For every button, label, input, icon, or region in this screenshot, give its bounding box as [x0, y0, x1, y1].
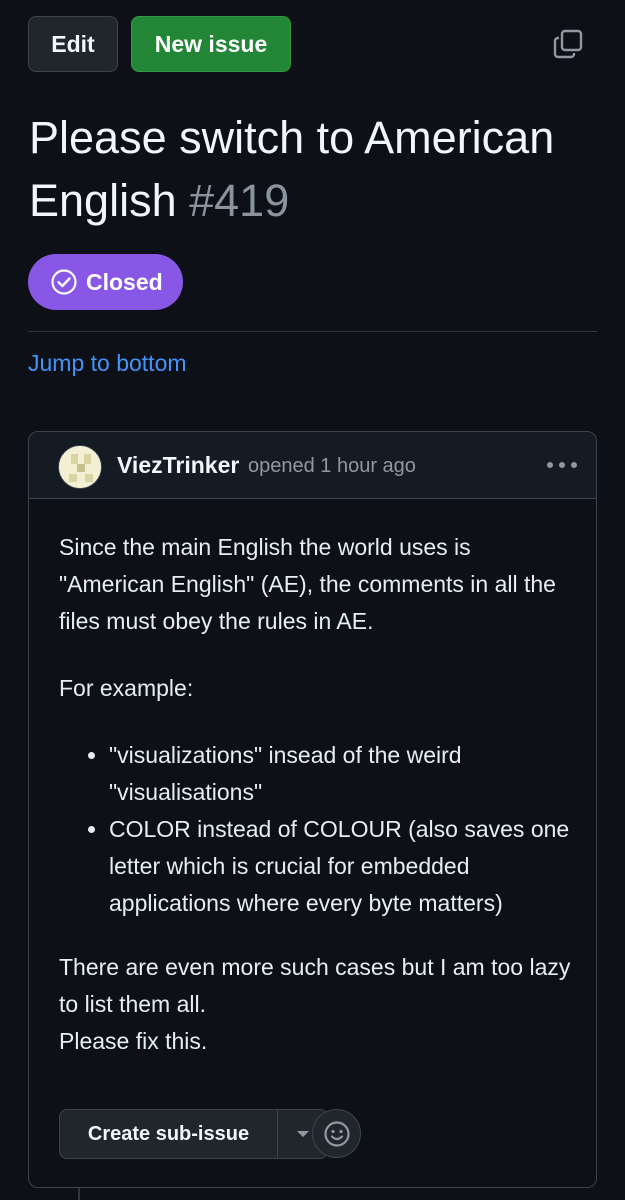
create-sub-issue-button[interactable]: Create sub-issue — [59, 1109, 328, 1159]
divider — [28, 331, 597, 332]
add-reaction-button[interactable] — [312, 1109, 361, 1158]
kebab-horizontal-icon[interactable] — [545, 456, 579, 474]
list-item: COLOR instead of COLOUR (also saves one … — [88, 811, 574, 922]
comment-body: Since the main English the world uses is… — [59, 529, 574, 1060]
status-badge: Closed — [28, 254, 183, 310]
issue-number: #419 — [189, 175, 290, 226]
issue-page: Edit New issue Please switch to American… — [0, 0, 625, 1200]
create-sub-issue-label[interactable]: Create sub-issue — [60, 1110, 278, 1158]
comment-header: ViezTrinker opened 1 hour ago — [29, 432, 596, 499]
bullet-list: "visualizations" insead of the weird "vi… — [59, 737, 574, 922]
issue-title: Please switch to American English #419 — [29, 106, 609, 232]
identicon-avatar-icon — [59, 446, 101, 488]
avatar[interactable] — [58, 445, 102, 489]
copy-icon[interactable] — [552, 28, 584, 60]
check-circle-icon — [51, 269, 77, 295]
smiley-icon — [323, 1120, 350, 1147]
jump-to-bottom-link[interactable]: Jump to bottom — [28, 350, 187, 377]
body-paragraph: There are even more such cases but I am … — [59, 954, 571, 1017]
edit-button[interactable]: Edit — [28, 16, 118, 72]
timeline-connector — [78, 1188, 80, 1200]
body-paragraph: For example: — [59, 675, 194, 701]
status-label: Closed — [86, 268, 163, 295]
body-paragraph: Since the main English the world uses is… — [59, 534, 556, 634]
body-paragraph: Please fix this. — [59, 1028, 208, 1054]
list-item: "visualizations" insead of the weird "vi… — [88, 737, 574, 811]
comment-timestamp: opened 1 hour ago — [248, 455, 416, 477]
triangle-down-icon — [296, 1131, 309, 1137]
comment-author[interactable]: ViezTrinker — [117, 452, 239, 479]
issue-title-text: Please switch to American English — [29, 112, 555, 226]
new-issue-button[interactable]: New issue — [131, 16, 291, 72]
issue-comment: ViezTrinker opened 1 hour ago Since the … — [28, 431, 597, 1188]
